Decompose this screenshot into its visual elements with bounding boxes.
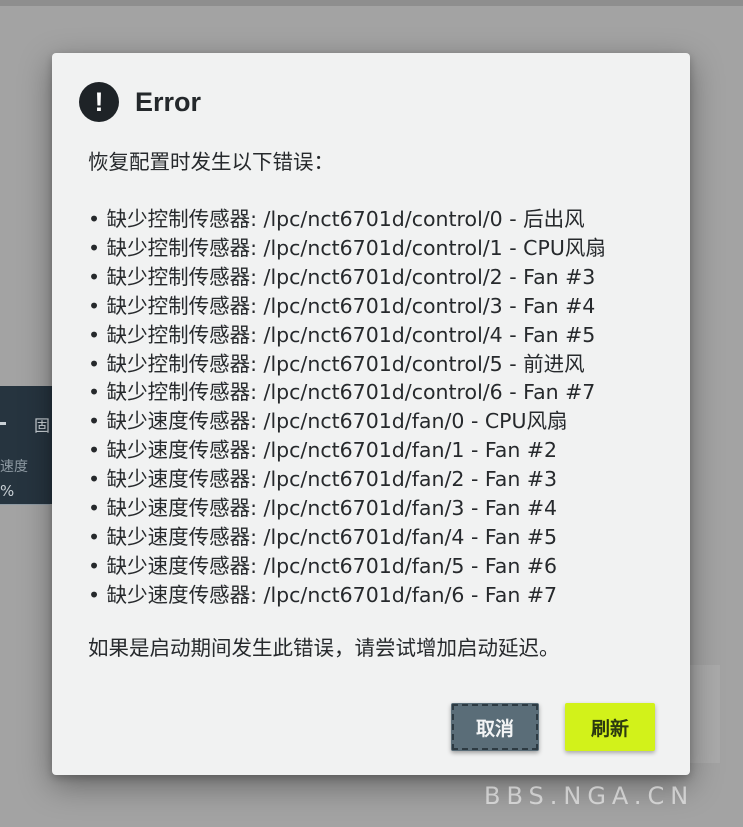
list-item: • 缺少速度传感器: /lpc/nct6701d/fan/2 - Fan #3 (88, 467, 558, 492)
cancel-button[interactable]: 取消 (451, 703, 539, 751)
error-intro: 恢复配置时发生以下错误： (88, 150, 334, 174)
error-hint: 如果是启动期间发生此错误，请尝试增加启动延迟。 (88, 635, 560, 660)
list-item: • 缺少速度传感器: /lpc/nct6701d/fan/3 - Fan #4 (88, 496, 558, 521)
error-dialog: ! Error 恢复配置时发生以下错误： • 缺少控制传感器: /lpc/nct… (52, 53, 690, 775)
list-item: • 缺少控制传感器: /lpc/nct6701d/control/2 - Fan… (88, 264, 596, 289)
list-item: • 缺少速度传感器: /lpc/nct6701d/fan/4 - Fan #5 (88, 524, 558, 549)
list-item: • 缺少控制传感器: /lpc/nct6701d/control/5 - 前进风 (88, 351, 585, 376)
background-speed-label: 速度 (0, 459, 28, 475)
list-item: • 缺少控制传感器: /lpc/nct6701d/control/6 - Fan… (88, 380, 596, 405)
list-item: • 缺少速度传感器: /lpc/nct6701d/fan/0 - CPU风扇 (88, 409, 568, 434)
top-app-bar-edge (0, 0, 743, 6)
refresh-button[interactable]: 刷新 (565, 703, 655, 751)
exclamation-icon: ! (79, 82, 119, 122)
dialog-body: 恢复配置时发生以下错误： • 缺少控制传感器: /lpc/nct6701d/co… (88, 147, 678, 663)
error-list: • 缺少控制传感器: /lpc/nct6701d/control/0 - 后出风… (88, 205, 678, 610)
list-item: • 缺少速度传感器: /lpc/nct6701d/fan/1 - Fan #2 (88, 438, 558, 463)
list-item: • 缺少控制传感器: /lpc/nct6701d/control/1 - CPU… (88, 235, 606, 260)
background-tab-label: 固 (34, 416, 51, 435)
background-divider (0, 504, 50, 505)
background-percent-label: % (0, 482, 15, 500)
list-item: • 缺少控制传感器: /lpc/nct6701d/control/0 - 后出风 (88, 207, 585, 231)
dialog-header: ! Error (79, 81, 201, 123)
list-item: • 缺少控制传感器: /lpc/nct6701d/control/3 - Fan… (88, 293, 596, 318)
list-item: • 缺少控制传感器: /lpc/nct6701d/control/4 - Fan… (88, 322, 596, 347)
watermark-text: BBS.NGA.CN (484, 782, 695, 810)
list-item: • 缺少速度传感器: /lpc/nct6701d/fan/6 - Fan #7 (88, 582, 558, 607)
list-item: • 缺少速度传感器: /lpc/nct6701d/fan/5 - Fan #6 (88, 553, 558, 578)
background-dash (0, 422, 6, 425)
dialog-title: Error (135, 86, 202, 117)
